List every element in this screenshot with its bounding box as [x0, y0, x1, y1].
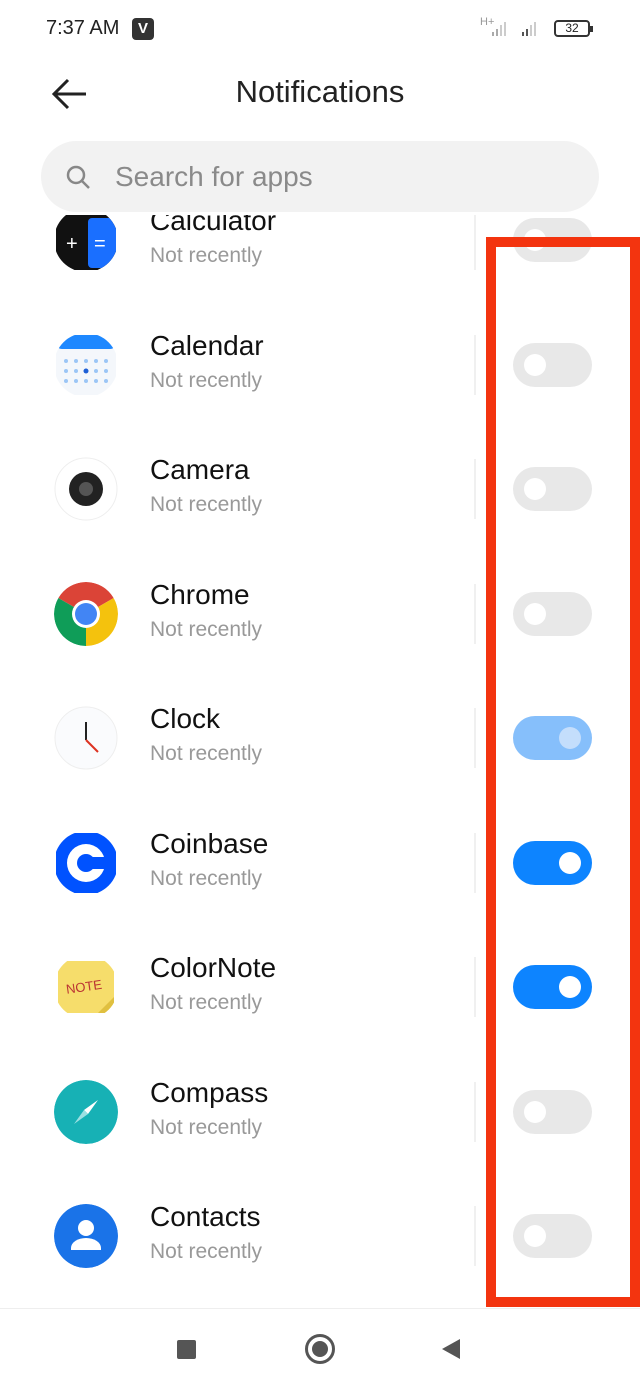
app-name: Calendar [150, 329, 264, 361]
divider [474, 215, 476, 270]
divider [474, 459, 476, 519]
toggle-knob [524, 353, 546, 376]
svg-text:=: = [94, 233, 106, 255]
coinbase-icon [54, 831, 118, 895]
toggle-knob [559, 851, 581, 874]
divider [474, 334, 476, 395]
chrome-icon [54, 581, 118, 646]
toggle-knob [559, 727, 581, 749]
divider [474, 832, 476, 893]
page-title: Notifications [235, 74, 405, 109]
divider [474, 957, 476, 1017]
app-name: Camera [150, 454, 250, 485]
recents-button[interactable] [177, 1340, 196, 1359]
back-nav-button[interactable] [440, 1338, 462, 1360]
app-name: Contacts [150, 1201, 261, 1232]
app-subtitle: Not recently [150, 991, 263, 1014]
notification-toggle[interactable] [513, 467, 592, 511]
clock-icon [54, 706, 118, 770]
app-row-coinbase[interactable]: Coinbase Not recently [0, 801, 640, 925]
notification-toggle[interactable] [513, 716, 592, 760]
clock-time: 7:37 AM [46, 17, 120, 39]
app-row-contacts[interactable]: Contacts Not recently [0, 1174, 640, 1298]
compass-icon [54, 1079, 118, 1144]
app-row-camera[interactable]: Camera Not recently [0, 427, 640, 551]
navigation-bar [0, 1308, 640, 1387]
app-row-colornote[interactable]: NOTE ColorNote Not recently [0, 925, 640, 1049]
calculator-icon: + = [54, 215, 118, 272]
app-name: Chrome [150, 578, 250, 610]
app-row-calendar[interactable]: Calendar Not recently [0, 303, 640, 427]
notification-toggle[interactable] [513, 342, 592, 387]
divider [474, 708, 476, 768]
notification-toggle[interactable] [513, 1089, 592, 1134]
divider [474, 1206, 476, 1266]
app-subtitle: Not recently [150, 866, 263, 890]
notification-toggle[interactable] [513, 840, 592, 885]
app-row-clock[interactable]: Clock Not recently [0, 676, 640, 800]
app-subtitle: Not recently [150, 493, 263, 516]
app-name: Compass [150, 1076, 269, 1108]
app-row-calculator[interactable]: + = Calculator Not recently [0, 215, 640, 302]
divider [474, 583, 476, 644]
app-name: Coinbase [150, 827, 269, 859]
contacts-icon [54, 1204, 118, 1268]
app-subtitle: Not recently [150, 742, 263, 765]
calendar-icon [54, 333, 118, 397]
signal-icon [492, 22, 536, 36]
notification-toggle[interactable] [513, 591, 592, 636]
app-list[interactable]: + = Calculator Not recently Calendar Not rece… [0, 215, 640, 1308]
status-bar: 7:37 AM V H+ 32 [0, 0, 640, 58]
toggle-knob [524, 229, 546, 251]
search-bar[interactable] [41, 141, 599, 212]
app-row-chrome[interactable]: Chrome Not recently [0, 552, 640, 676]
app-name: Clock [150, 703, 221, 734]
app-notification-icon: V [132, 18, 154, 40]
app-subtitle: Not recently [150, 368, 263, 392]
app-name: Calculator [150, 215, 277, 236]
search-icon [66, 165, 90, 189]
svg-text:+: + [66, 233, 78, 255]
divider [474, 1081, 476, 1142]
app-row-compass[interactable]: Compass Not recently [0, 1050, 640, 1174]
notification-toggle[interactable] [513, 218, 592, 262]
battery-icon: 32 [554, 20, 593, 37]
camera-icon [54, 457, 118, 521]
colornote-icon: NOTE [54, 955, 118, 1019]
app-subtitle: Not recently [150, 1240, 263, 1263]
toggle-knob [524, 1225, 546, 1247]
app-name: ColorNote [150, 952, 277, 983]
toggle-knob [524, 478, 546, 500]
notification-toggle[interactable] [513, 1214, 592, 1258]
toggle-knob [524, 1100, 546, 1123]
search-input[interactable] [115, 141, 575, 212]
notification-toggle[interactable] [513, 965, 592, 1009]
app-subtitle: Not recently [150, 617, 263, 641]
app-subtitle: Not recently [150, 244, 263, 267]
toggle-knob [524, 602, 546, 625]
app-subtitle: Not recently [150, 1115, 263, 1139]
home-button[interactable] [305, 1334, 335, 1364]
toggle-knob [559, 976, 581, 998]
